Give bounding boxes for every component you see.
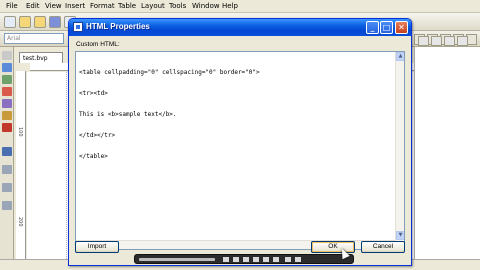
- document-tab[interactable]: test.bvp: [19, 52, 63, 63]
- link-tool-icon[interactable]: [2, 99, 12, 108]
- ruler-mark-200: 200: [17, 217, 23, 227]
- scroll-down-icon[interactable]: ▼: [396, 231, 404, 240]
- menu-insert[interactable]: Insert: [65, 2, 85, 10]
- fullscreen-icon[interactable]: [295, 257, 301, 262]
- menu-help[interactable]: Help: [222, 2, 238, 10]
- no-entry-icon[interactable]: [2, 123, 12, 132]
- maximize-button[interactable]: □: [380, 21, 393, 34]
- panel-button-3[interactable]: [444, 36, 455, 46]
- play-icon[interactable]: [233, 257, 239, 262]
- scroll-up-icon[interactable]: ▲: [396, 52, 404, 61]
- stop-icon[interactable]: [253, 257, 259, 262]
- vertical-scrollbar[interactable]: ▲ ▼: [395, 52, 404, 249]
- layer-tool-icon[interactable]: [2, 183, 12, 192]
- import-button[interactable]: Import: [75, 241, 119, 253]
- ruler-mark-100: 100: [17, 127, 23, 137]
- form-tool-icon[interactable]: [2, 147, 12, 156]
- menu-bar: File Edit View Insert Format Table Layou…: [0, 0, 480, 13]
- shape-tool-icon[interactable]: [2, 87, 12, 96]
- custom-html-label: Custom HTML:: [76, 41, 120, 48]
- right-panel: [414, 47, 480, 259]
- open-icon[interactable]: [34, 16, 46, 28]
- save-icon[interactable]: [49, 16, 61, 28]
- seek-track[interactable]: [139, 258, 215, 261]
- dialog-app-icon: [73, 22, 83, 32]
- minimize-button[interactable]: _: [366, 21, 379, 34]
- volume-icon[interactable]: [285, 257, 291, 262]
- menu-window[interactable]: Window: [192, 2, 220, 10]
- dialog-titlebar[interactable]: HTML Properties _ □ ✕: [69, 19, 411, 36]
- cancel-button[interactable]: Cancel: [361, 241, 405, 253]
- code-line-2: <tr><td>: [79, 90, 108, 97]
- align-tool-icon[interactable]: [2, 201, 12, 210]
- panel-button-2[interactable]: [431, 36, 442, 46]
- code-line-4: </td></tr>: [79, 132, 116, 139]
- menu-tools[interactable]: Tools: [169, 2, 186, 10]
- code-text[interactable]: <table cellpadding="0" cellspacing="0" b…: [79, 55, 395, 174]
- tool-palette: [0, 47, 14, 259]
- table-tool-icon[interactable]: [2, 111, 12, 120]
- menu-edit[interactable]: Edit: [26, 2, 40, 10]
- menu-layout[interactable]: Layout: [141, 2, 165, 10]
- forward-icon[interactable]: [263, 257, 269, 262]
- video-player-bar[interactable]: [134, 254, 354, 264]
- text-tool-icon[interactable]: [2, 63, 12, 72]
- custom-html-editor[interactable]: <table cellpadding="0" cellspacing="0" b…: [75, 51, 405, 250]
- close-button[interactable]: ✕: [395, 21, 408, 34]
- font-select[interactable]: Arial: [4, 33, 64, 44]
- code-line-1: <table cellpadding="0" cellspacing="0" b…: [79, 69, 260, 76]
- pointer-tool-icon[interactable]: [2, 51, 12, 60]
- rewind-icon[interactable]: [223, 257, 229, 262]
- panel-button-4[interactable]: [457, 36, 468, 46]
- image-tool-icon[interactable]: [2, 75, 12, 84]
- next-icon[interactable]: [273, 257, 279, 262]
- dialog-title: HTML Properties: [86, 22, 150, 31]
- open-folder-icon[interactable]: [19, 16, 31, 28]
- menu-file[interactable]: File: [6, 2, 18, 10]
- code-line-3: This is <b>sample text</b>.: [79, 111, 177, 118]
- panel-button-1[interactable]: [418, 36, 429, 46]
- menu-table[interactable]: Table: [118, 2, 136, 10]
- vertical-ruler: 100 200: [16, 71, 26, 259]
- html-properties-dialog: HTML Properties _ □ ✕ Custom HTML: <tabl…: [68, 18, 412, 266]
- ok-button[interactable]: OK: [311, 241, 355, 253]
- menu-format[interactable]: Format: [90, 2, 115, 10]
- menu-view[interactable]: View: [45, 2, 62, 10]
- pause-icon[interactable]: [243, 257, 249, 262]
- grid-tool-icon[interactable]: [2, 165, 12, 174]
- code-line-5: </table>: [79, 153, 108, 160]
- new-file-icon[interactable]: [4, 16, 16, 28]
- page-margin: [29, 72, 67, 259]
